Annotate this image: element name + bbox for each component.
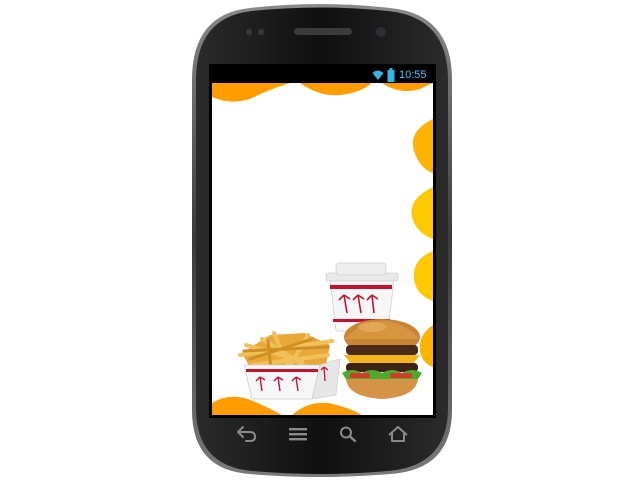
home-icon[interactable] [386, 424, 410, 444]
top-wave [212, 83, 290, 102]
battery-icon [387, 68, 395, 82]
app-screen [212, 83, 433, 415]
sensor-dot [258, 29, 264, 35]
status-time: 10:55 [399, 69, 427, 81]
splash-artwork [212, 83, 433, 415]
front-camera [376, 27, 386, 37]
search-icon[interactable] [336, 424, 360, 444]
bottom-wave [292, 402, 362, 415]
stage: 10:55 [0, 0, 640, 480]
burger [342, 319, 422, 399]
status-bar: 10:55 [212, 67, 433, 83]
side-wave [419, 325, 433, 367]
fries-box [243, 358, 341, 400]
back-icon[interactable] [234, 424, 258, 444]
menu-icon[interactable] [286, 424, 310, 444]
top-wave [300, 83, 372, 96]
side-wave [411, 187, 433, 239]
bottom-wave [212, 396, 282, 415]
side-wave [412, 119, 433, 173]
sensor-dot [246, 29, 252, 35]
top-wave [382, 83, 433, 91]
side-wave [413, 251, 433, 301]
earpiece [294, 28, 352, 35]
wifi-icon [372, 70, 384, 80]
